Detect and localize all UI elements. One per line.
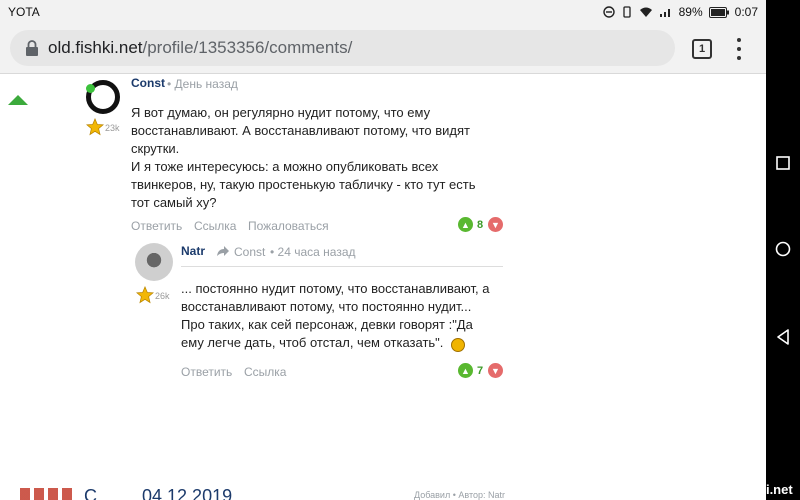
vote-count: 7 (477, 365, 484, 377)
clock: 0:07 (734, 5, 758, 19)
address-bar[interactable]: old.fishki.net/profile/1353356/comments/ (10, 30, 675, 66)
comment-line: скрутки. (131, 141, 180, 156)
wifi-icon (639, 7, 652, 17)
post-title[interactable]: С........ 04.12.2019 (84, 486, 232, 500)
post-meta: Добавил • Автор: Natr (414, 490, 505, 500)
comment-text: ... постоянно нудит потому, что восстана… (181, 280, 489, 352)
thumbs-up-icon[interactable]: ▲ (458, 363, 473, 378)
thumbs-up-icon[interactable]: ▲ (458, 217, 473, 232)
vibrate-icon (622, 6, 631, 18)
tab-switcher-button[interactable]: 1 (692, 39, 712, 59)
square-icon (776, 156, 790, 170)
watermark-text: Fishki.net (732, 482, 793, 497)
user-rating: 23k (105, 123, 120, 133)
url-path: /profile/1353356/comments/ (142, 38, 353, 57)
post-preview[interactable]: С........ 04.12.2019 Добавил • Автор: Na… (0, 486, 766, 500)
star-icon (136, 286, 154, 304)
carrier-label: YOTA (8, 5, 40, 19)
comment-time: • 24 часа назад (270, 245, 356, 259)
comment-line: Я вот думаю, он регулярно нудит потому, … (131, 105, 431, 120)
reply-link[interactable]: Ответить (131, 219, 182, 233)
comment-line: ... постоянно нудит потому, что восстана… (181, 281, 490, 296)
comment-time: • День назад (167, 77, 238, 91)
recent-apps-button[interactable] (766, 146, 800, 180)
url-text: old.fishki.net/profile/1353356/comments/ (48, 38, 352, 58)
comment-line: тот самый ху? (131, 195, 217, 210)
thumbs-down-icon[interactable]: ▼ (488, 363, 503, 378)
vote-count: 8 (477, 219, 484, 231)
url-domain: old.fishki.net (48, 38, 143, 57)
scroll-up-arrow-icon[interactable] (8, 95, 28, 105)
back-button[interactable] (766, 320, 800, 354)
comment-line: восстанавливают. А восстанавливают потом… (131, 123, 470, 138)
comments-page: 23k Const • День назад Я вот думаю, он р… (0, 75, 766, 500)
back-triangle-icon (777, 329, 789, 345)
comment-line: твинкеров, ну, такую простенькую табличк… (131, 177, 476, 192)
thumbs-down-icon[interactable]: ▼ (488, 217, 503, 232)
home-button[interactable] (766, 232, 800, 266)
lock-icon (26, 40, 38, 56)
laughing-emoji-icon (451, 338, 465, 352)
divider (181, 266, 503, 267)
comment-line: Про таких, как сей персонаж, девки говор… (181, 317, 473, 332)
android-nav-bar (766, 0, 800, 500)
comment-author[interactable]: Natr (181, 244, 205, 258)
nfc-icon (602, 6, 615, 18)
comment-line: И я тоже интересуюсь: а можно опубликова… (131, 159, 439, 174)
reply-target[interactable]: Const (234, 245, 265, 259)
post-thumbnail[interactable] (20, 488, 74, 500)
phone-screen: YOTA 89% 0:07 old.fishki.net/profile/135… (0, 0, 766, 500)
permalink-link[interactable]: Ссылка (244, 365, 286, 379)
browser-menu-button[interactable] (734, 38, 744, 60)
status-bar: YOTA 89% 0:07 (0, 0, 766, 24)
reply-arrow-icon (217, 246, 229, 256)
circle-icon (775, 241, 791, 257)
reply-link[interactable]: Ответить (181, 365, 232, 379)
avatar[interactable] (135, 243, 173, 281)
user-rating: 26k (155, 291, 170, 301)
comment-text: Я вот думаю, он регулярно нудит потому, … (131, 104, 476, 212)
comment-author[interactable]: Const (131, 76, 165, 90)
browser-toolbar: old.fishki.net/profile/1353356/comments/… (0, 24, 766, 74)
status-icons: 89% 0:07 (602, 5, 758, 19)
online-indicator (86, 84, 95, 93)
comment-line: восстанавливают потому, что постоянно ну… (181, 299, 472, 314)
star-icon (86, 118, 104, 136)
permalink-link[interactable]: Ссылка (194, 219, 236, 233)
signal-icon (659, 9, 670, 17)
battery-icon (708, 6, 729, 18)
report-link[interactable]: Пожаловаться (248, 219, 329, 233)
battery-percent: 89% (678, 5, 703, 19)
comment-line: ему легче дать, чтоб отстал, чем отказат… (181, 335, 444, 350)
